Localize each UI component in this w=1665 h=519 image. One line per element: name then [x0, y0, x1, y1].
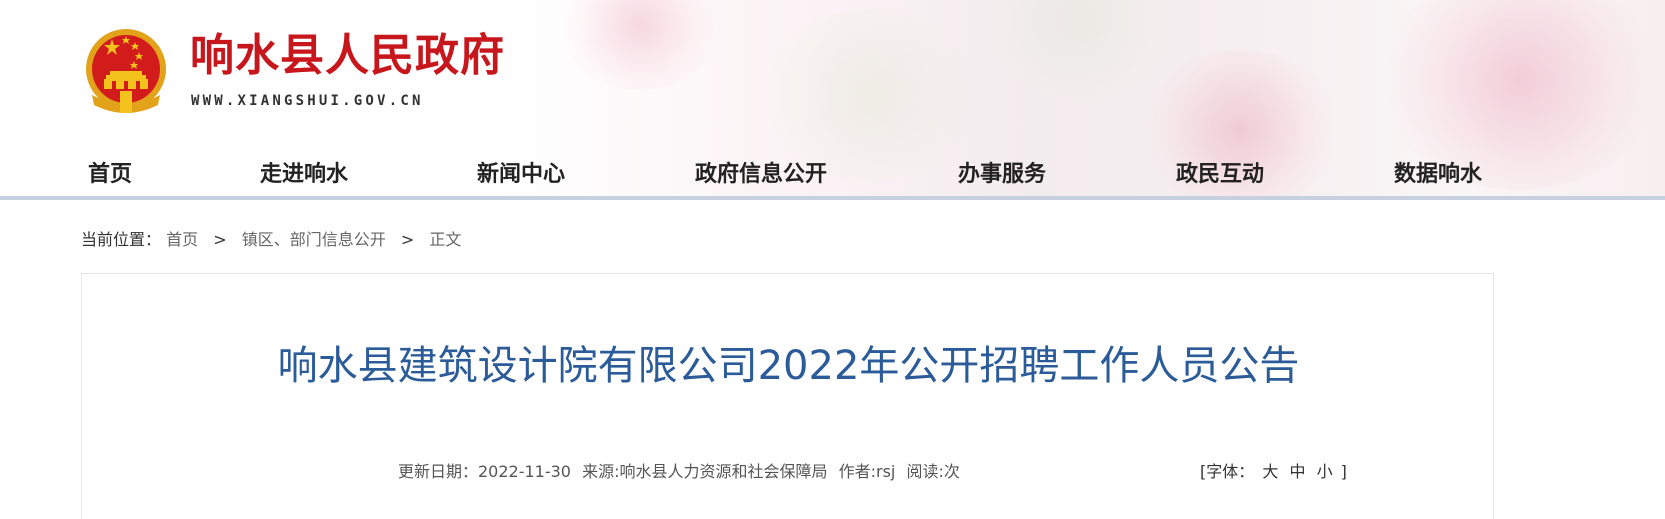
- nav-item-services[interactable]: 办事服务: [958, 156, 1046, 188]
- article-updated-date: 更新日期：2022-11-30: [398, 462, 571, 481]
- article-title: 响水县建筑设计院有限公司2022年公开招聘工作人员公告: [277, 343, 1300, 389]
- font-size-switcher: [字体： 大 中 小 ]: [1200, 458, 1347, 482]
- breadcrumb-dept-link[interactable]: 镇区、部门信息公开: [242, 230, 386, 249]
- breadcrumb: 当前位置： 首页 > 镇区、部门信息公开 > 正文: [81, 226, 461, 250]
- breadcrumb-current: 正文: [429, 230, 462, 249]
- article-author: 作者:rsj: [838, 462, 896, 481]
- nav-item-interaction[interactable]: 政民互动: [1176, 156, 1264, 188]
- nav-item-gov-info[interactable]: 政府信息公开: [695, 156, 827, 188]
- header-blossom-decoration: [560, 0, 720, 90]
- breadcrumb-prefix: 当前位置：: [81, 230, 162, 249]
- breadcrumb-separator: >: [400, 230, 415, 249]
- breadcrumb-home-link[interactable]: 首页: [166, 230, 198, 249]
- article-panel: 响水县建筑设计院有限公司2022年公开招聘工作人员公告 更新日期：2022-11…: [81, 273, 1494, 519]
- article-source: 来源:响水县人力资源和社会保障局: [582, 462, 828, 481]
- font-size-large-button[interactable]: 大: [1262, 462, 1278, 481]
- nav-item-news[interactable]: 新闻中心: [477, 156, 565, 188]
- nav-item-about[interactable]: 走进响水: [260, 156, 348, 188]
- font-size-label: [字体：: [1200, 462, 1255, 481]
- font-size-medium-button[interactable]: 中: [1289, 462, 1305, 481]
- site-url: WWW.XIANGSHUI.GOV.CN: [191, 93, 424, 109]
- header-blossom-decoration: [980, 0, 1180, 100]
- main-nav: 首页 走进响水 新闻中心 政府信息公开 办事服务 政民互动 数据响水: [0, 146, 1665, 196]
- header-divider: [0, 196, 1665, 200]
- font-size-small-button[interactable]: 小: [1317, 462, 1333, 481]
- nav-item-data[interactable]: 数据响水: [1394, 156, 1482, 188]
- site-header: 响水县人民政府 WWW.XIANGSHUI.GOV.CN 首页 走进响水 新闻中…: [0, 0, 1665, 200]
- breadcrumb-separator: >: [213, 230, 227, 249]
- font-size-bracket-close: ]: [1340, 462, 1347, 481]
- nav-item-home[interactable]: 首页: [88, 156, 132, 188]
- article-read-count: 阅读:次: [906, 462, 960, 481]
- site-title[interactable]: 响水县人民政府: [190, 30, 505, 82]
- article-meta: 更新日期：2022-11-30 来源:响水县人力资源和社会保障局 作者:rsj …: [398, 458, 966, 482]
- national-emblem-icon[interactable]: [82, 25, 170, 119]
